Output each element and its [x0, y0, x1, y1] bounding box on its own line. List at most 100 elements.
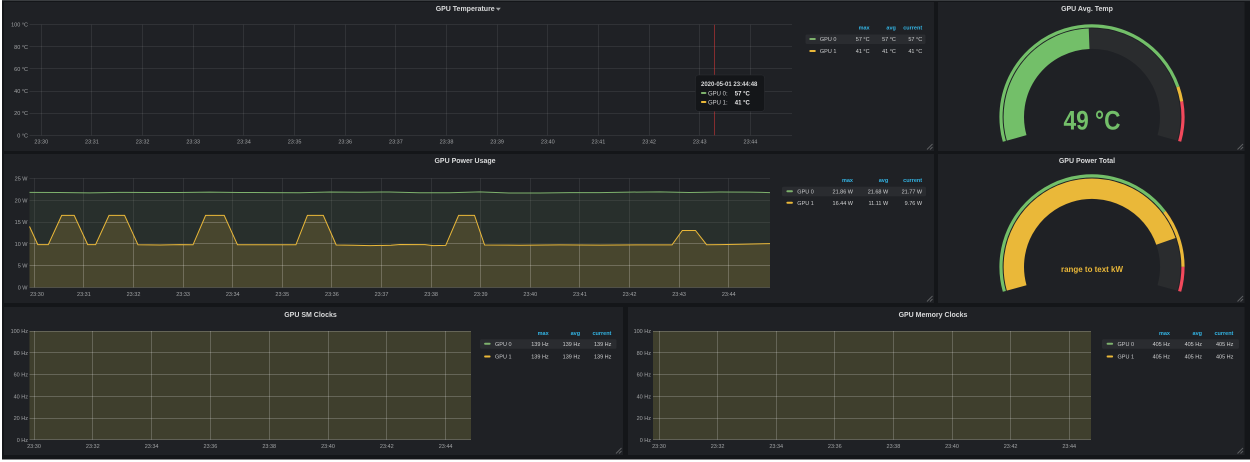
svg-text:23:40: 23:40	[321, 444, 335, 450]
svg-text:23:38: 23:38	[887, 444, 901, 450]
svg-text:avg: avg	[571, 331, 580, 337]
svg-text:139 Hz: 139 Hz	[594, 355, 612, 361]
svg-text:60 Hz: 60 Hz	[14, 373, 29, 379]
svg-text:57 °C: 57 °C	[882, 37, 896, 43]
svg-text:current: current	[1214, 331, 1233, 337]
svg-text:23:34: 23:34	[237, 140, 251, 146]
svg-text:avg: avg	[886, 26, 895, 32]
svg-text:GPU Memory Clocks: GPU Memory Clocks	[899, 312, 968, 319]
svg-text:GPU Avg. Temp: GPU Avg. Temp	[1061, 6, 1113, 13]
svg-text:max: max	[842, 178, 854, 184]
svg-text:405 Hz: 405 Hz	[1185, 355, 1203, 361]
svg-text:80 °C: 80 °C	[14, 45, 28, 51]
svg-text:100 °C: 100 °C	[11, 23, 28, 29]
svg-text:20 °C: 20 °C	[14, 111, 28, 117]
svg-text:23:37: 23:37	[375, 292, 389, 298]
svg-text:23:30: 23:30	[30, 292, 44, 298]
svg-text:20 Hz: 20 Hz	[14, 416, 29, 422]
svg-text:57 °C: 57 °C	[908, 37, 922, 43]
svg-text:0 °C: 0 °C	[17, 133, 28, 139]
svg-text:GPU SM Clocks: GPU SM Clocks	[284, 312, 337, 319]
svg-text:GPU 0: GPU 0	[495, 342, 512, 348]
svg-text:40 Hz: 40 Hz	[14, 394, 29, 400]
svg-text:405 Hz: 405 Hz	[1153, 342, 1171, 348]
svg-text:23:34: 23:34	[226, 292, 240, 298]
svg-text:11.11 W: 11.11 W	[869, 201, 889, 207]
svg-text:405 Hz: 405 Hz	[1185, 342, 1203, 348]
svg-text:23:39: 23:39	[474, 292, 488, 298]
svg-text:23:36: 23:36	[204, 444, 218, 450]
svg-text:23:36: 23:36	[338, 140, 352, 146]
svg-text:23:38: 23:38	[262, 444, 276, 450]
svg-text:23:36: 23:36	[828, 444, 842, 450]
svg-text:23:32: 23:32	[711, 444, 725, 450]
svg-text:23:44: 23:44	[722, 292, 736, 298]
svg-text:GPU 1: GPU 1	[797, 201, 814, 207]
svg-text:40 Hz: 40 Hz	[637, 394, 652, 400]
svg-text:23:31: 23:31	[85, 140, 99, 146]
svg-text:23:41: 23:41	[573, 292, 587, 298]
svg-text:0 Hz: 0 Hz	[17, 438, 29, 444]
svg-text:139 Hz: 139 Hz	[563, 355, 581, 361]
svg-text:max: max	[538, 331, 550, 337]
svg-text:41 °C: 41 °C	[908, 49, 922, 55]
svg-text:max: max	[859, 26, 871, 32]
svg-text:100 Hz: 100 Hz	[11, 329, 29, 335]
svg-text:23:37: 23:37	[389, 140, 403, 146]
svg-text:405 Hz: 405 Hz	[1153, 355, 1171, 361]
svg-text:GPU 0: GPU 0	[820, 37, 837, 43]
svg-text:23:42: 23:42	[380, 444, 394, 450]
svg-text:0 Hz: 0 Hz	[640, 438, 652, 444]
svg-text:23:44: 23:44	[744, 140, 758, 146]
svg-text:23:42: 23:42	[623, 292, 637, 298]
svg-text:23:32: 23:32	[127, 292, 141, 298]
svg-text:15 W: 15 W	[15, 220, 29, 226]
svg-text:57 °C: 57 °C	[856, 37, 870, 43]
svg-text:23:41: 23:41	[592, 140, 606, 146]
svg-text:23:42: 23:42	[1004, 444, 1018, 450]
svg-text:23:31: 23:31	[77, 292, 91, 298]
svg-text:0 W: 0 W	[18, 286, 29, 292]
svg-text:60 Hz: 60 Hz	[637, 373, 652, 379]
svg-text:23:40: 23:40	[523, 292, 537, 298]
svg-text:23:43: 23:43	[693, 140, 707, 146]
svg-text:9.76 W: 9.76 W	[905, 201, 923, 207]
svg-text:23:34: 23:34	[769, 444, 783, 450]
svg-text:10 W: 10 W	[15, 242, 29, 248]
svg-text:2020-05-01 23:44:48: 2020-05-01 23:44:48	[701, 82, 758, 88]
svg-text:80 Hz: 80 Hz	[637, 351, 652, 357]
svg-text:GPU 1: GPU 1	[495, 355, 512, 361]
svg-text:23:40: 23:40	[945, 444, 959, 450]
svg-text:23:38: 23:38	[424, 292, 438, 298]
svg-text:23:33: 23:33	[176, 292, 190, 298]
svg-text:GPU 0: GPU 0	[1118, 342, 1135, 348]
svg-text:80 Hz: 80 Hz	[14, 351, 29, 357]
svg-text:23:36: 23:36	[325, 292, 339, 298]
svg-text:60 °C: 60 °C	[14, 67, 28, 73]
svg-text:5 W: 5 W	[18, 264, 29, 270]
svg-text:41 °C: 41 °C	[856, 49, 870, 55]
svg-text:41 °C: 41 °C	[735, 100, 751, 106]
svg-text:23:44: 23:44	[439, 444, 453, 450]
svg-text:23:33: 23:33	[186, 140, 200, 146]
svg-text:405 Hz: 405 Hz	[1216, 342, 1234, 348]
svg-text:23:30: 23:30	[27, 444, 41, 450]
svg-text:current: current	[903, 178, 922, 184]
svg-text:49 °C: 49 °C	[1064, 106, 1121, 136]
svg-text:current: current	[903, 26, 922, 32]
svg-text:25 W: 25 W	[15, 177, 29, 183]
svg-text:avg: avg	[1193, 331, 1202, 337]
svg-text:41 °C: 41 °C	[882, 49, 896, 55]
svg-text:21.86 W: 21.86 W	[833, 189, 854, 195]
svg-text:max: max	[1159, 331, 1171, 337]
svg-text:23:32: 23:32	[136, 140, 150, 146]
svg-text:16.44 W: 16.44 W	[833, 201, 854, 207]
svg-text:139 Hz: 139 Hz	[594, 342, 612, 348]
svg-text:GPU 0:: GPU 0:	[708, 91, 728, 97]
svg-text:139 Hz: 139 Hz	[531, 342, 549, 348]
svg-text:23:30: 23:30	[34, 140, 48, 146]
svg-text:23:34: 23:34	[145, 444, 159, 450]
svg-text:23:38: 23:38	[440, 140, 454, 146]
svg-text:21.77 W: 21.77 W	[902, 189, 923, 195]
svg-text:range to text kW: range to text kW	[1061, 264, 1124, 274]
